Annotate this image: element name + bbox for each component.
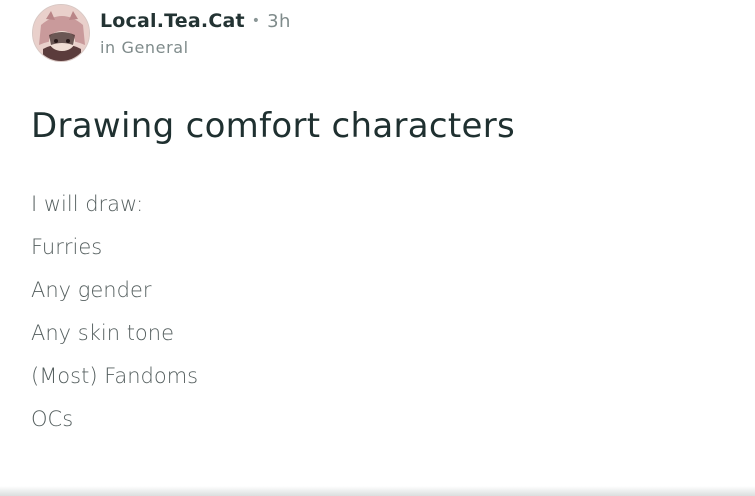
avatar[interactable] (32, 4, 90, 62)
post-title: Drawing comfort characters (31, 106, 516, 146)
post-body-line: Furries (31, 235, 103, 259)
content-fade (0, 486, 755, 496)
post-header: Local.Tea.Cat • 3h in General (32, 4, 291, 62)
post-body: I will draw: Furries Any gender Any skin… (31, 183, 198, 441)
community-label[interactable]: in General (100, 38, 291, 58)
post-time: 3h (267, 10, 291, 32)
meta-separator: • (251, 12, 261, 29)
author-name[interactable]: Local.Tea.Cat (100, 9, 245, 33)
post-body-line: Any gender (31, 278, 152, 302)
author-line: Local.Tea.Cat • 3h (100, 9, 291, 35)
post-body-line: (Most) Fandoms (31, 364, 199, 388)
post-body-line: OCs (31, 407, 74, 431)
post-body-line: I will draw: (31, 192, 144, 216)
user-avatar-icon (33, 5, 89, 61)
post-body-line: Any skin tone (31, 321, 175, 345)
post-meta: Local.Tea.Cat • 3h in General (100, 9, 291, 58)
